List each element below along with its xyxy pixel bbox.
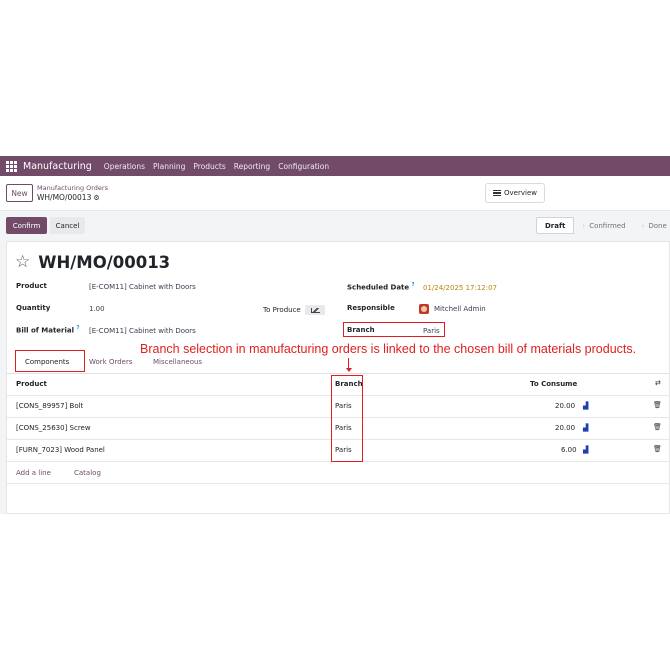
scheduled-date-label: Scheduled Date ? xyxy=(347,282,414,291)
chevron-right-icon: › xyxy=(641,221,645,230)
breadcrumb-parent[interactable]: Manufacturing Orders xyxy=(37,184,108,192)
cancel-button[interactable]: Cancel xyxy=(50,217,85,234)
branch-column-highlight-box xyxy=(331,375,363,462)
column-header-to-consume[interactable]: To Consume xyxy=(530,380,577,388)
scheduled-date-label-text: Scheduled Date xyxy=(347,283,410,292)
column-settings-icon[interactable]: ⇄ xyxy=(655,379,661,387)
avatar xyxy=(419,304,429,314)
chevron-right-icon: › xyxy=(582,221,586,230)
bom-label-text: Bill of Material xyxy=(16,326,75,335)
help-icon[interactable]: ? xyxy=(412,282,415,288)
stage-done-label: Done xyxy=(648,221,667,230)
annotation-note: Branch selection in manufacturing orders… xyxy=(140,342,637,356)
quantity-field[interactable]: 1.00 xyxy=(89,305,105,313)
responsible-field[interactable]: Mitchell Admin xyxy=(419,304,486,314)
new-button[interactable]: New xyxy=(6,184,33,202)
breadcrumb-current: WH/MO/00013 ⚙ xyxy=(37,193,100,202)
gear-icon[interactable]: ⚙ xyxy=(93,194,99,202)
to-produce-label: To Produce xyxy=(263,306,301,314)
form-sheet: ☆ WH/MO/00013 Product [E-COM11] Cabinet … xyxy=(6,241,670,514)
footer-divider xyxy=(7,483,669,484)
confirm-button[interactable]: Confirm xyxy=(6,217,47,234)
menu-reporting[interactable]: Reporting xyxy=(234,162,270,171)
bom-label: Bill of Material ? xyxy=(16,325,79,334)
responsible-name: Mitchell Admin xyxy=(434,305,486,313)
trash-icon[interactable]: 🗑 xyxy=(653,445,662,453)
stage-draft[interactable]: Draft xyxy=(536,217,575,234)
product-label: Product xyxy=(16,282,47,290)
catalog-link[interactable]: Catalog xyxy=(74,469,101,477)
components-highlight-box xyxy=(15,350,85,372)
tab-divider xyxy=(7,373,669,374)
stage-confirmed[interactable]: › Confirmed xyxy=(574,217,634,234)
branch-highlight-box xyxy=(343,322,445,337)
forecast-chart-icon[interactable]: ▟ xyxy=(583,402,588,410)
bom-field[interactable]: [E-COM11] Cabinet with Doors xyxy=(89,327,196,335)
row3-to-consume[interactable]: 6.00 xyxy=(561,446,577,454)
title-row: ☆ WH/MO/00013 xyxy=(15,252,170,272)
overview-button[interactable]: Overview xyxy=(485,183,545,203)
odoo-app: Manufacturing Operations Planning Produc… xyxy=(0,156,670,514)
overview-label: Overview xyxy=(504,189,537,197)
tab-miscellaneous[interactable]: Miscellaneous xyxy=(153,358,202,366)
page-title: WH/MO/00013 xyxy=(38,252,171,272)
action-bar: Confirm Cancel Draft › Confirmed › Done xyxy=(0,212,670,239)
to-produce: To Produce xyxy=(263,305,325,315)
apps-grid-icon[interactable] xyxy=(6,160,17,172)
top-navbar: Manufacturing Operations Planning Produc… xyxy=(0,156,670,176)
row1-to-consume[interactable]: 20.00 xyxy=(555,402,575,410)
chart-icon[interactable] xyxy=(304,305,325,315)
stage-confirmed-label: Confirmed xyxy=(589,221,626,230)
row2-product[interactable]: [CONS_25630] Screw xyxy=(16,424,91,432)
menu-operations[interactable]: Operations xyxy=(104,162,145,171)
star-icon[interactable]: ☆ xyxy=(15,252,30,272)
column-header-product[interactable]: Product xyxy=(16,380,47,388)
add-line-link[interactable]: Add a line xyxy=(16,469,51,477)
arrow-down-icon xyxy=(345,368,352,372)
breadcrumb-current-label: WH/MO/00013 xyxy=(37,193,92,202)
quantity-label: Quantity xyxy=(16,304,51,312)
row1-product[interactable]: [CONS_89957] Bolt xyxy=(16,402,83,410)
help-icon[interactable]: ? xyxy=(76,325,79,331)
menu-configuration[interactable]: Configuration xyxy=(278,162,329,171)
trash-icon[interactable]: 🗑 xyxy=(653,423,662,431)
row3-product[interactable]: [FURN_7023] Wood Panel xyxy=(16,446,105,454)
list-icon xyxy=(493,188,502,198)
menu-products[interactable]: Products xyxy=(193,162,225,171)
trash-icon[interactable]: 🗑 xyxy=(653,401,662,409)
menu-planning[interactable]: Planning xyxy=(153,162,185,171)
row2-to-consume[interactable]: 20.00 xyxy=(555,424,575,432)
stage-done[interactable]: › Done xyxy=(633,217,670,234)
product-field[interactable]: [E-COM11] Cabinet with Doors xyxy=(89,283,196,291)
tab-work-orders[interactable]: Work Orders xyxy=(89,358,133,366)
status-bar: Draft › Confirmed › Done xyxy=(536,217,670,234)
forecast-chart-icon[interactable]: ▟ xyxy=(583,446,588,454)
control-panel: New Manufacturing Orders WH/MO/00013 ⚙ Ov… xyxy=(0,176,670,211)
responsible-label: Responsible xyxy=(347,304,395,312)
scheduled-date-field[interactable]: 01/24/2025 17:12:07 xyxy=(423,284,497,292)
app-name[interactable]: Manufacturing xyxy=(23,161,92,172)
forecast-chart-icon[interactable]: ▟ xyxy=(583,424,588,432)
